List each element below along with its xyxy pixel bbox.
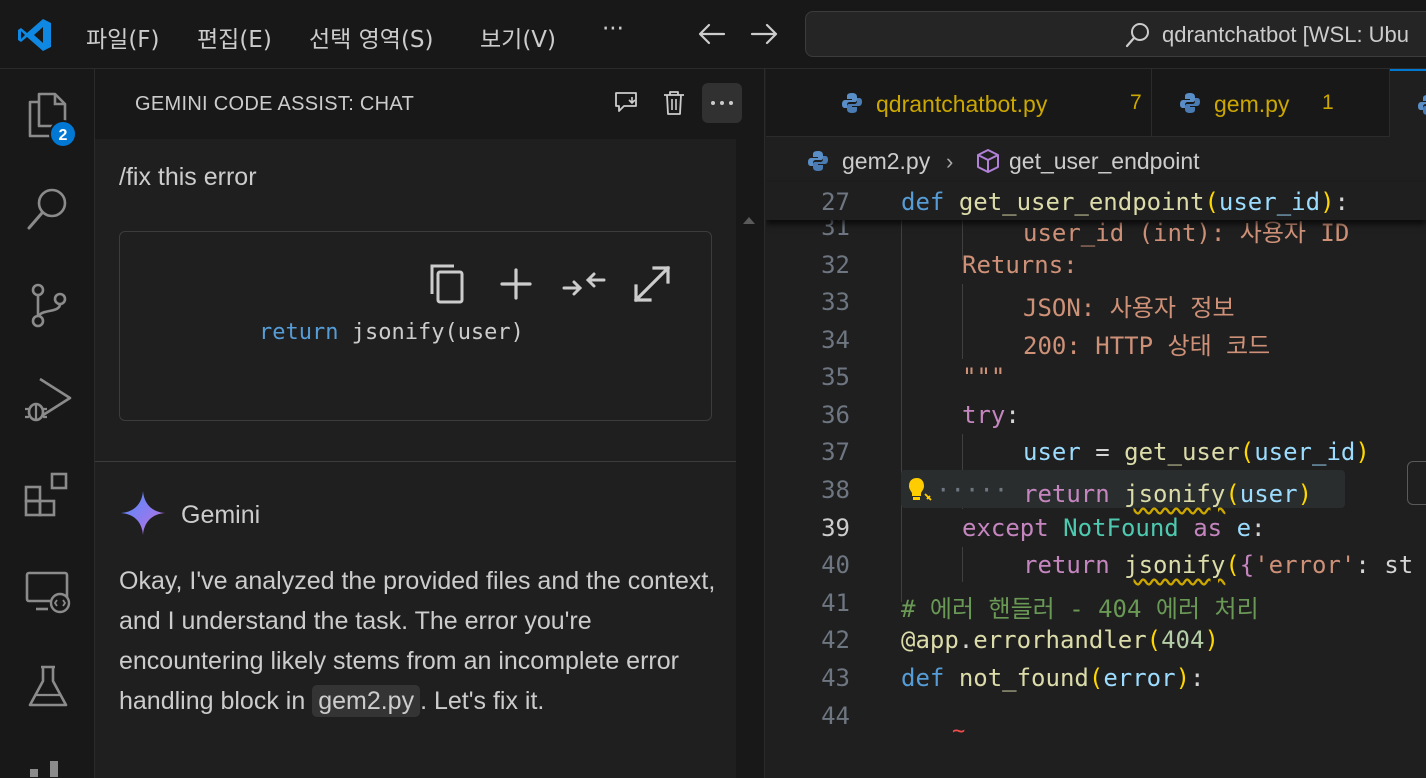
breadcrumb: gem2.py › get_user_endpoint <box>766 137 1426 187</box>
inline-widget[interactable] <box>1407 461 1426 505</box>
code-line-38: 38 ····· return jsonify(user) <box>821 476 1313 508</box>
remote-explorer-icon[interactable] <box>22 565 74 617</box>
menu-edit[interactable]: 편집(E) <box>197 20 272 54</box>
code-line-39: 39 except NotFound as e: <box>821 514 1266 542</box>
chat-history-button[interactable] <box>606 83 646 123</box>
vscode-logo-icon <box>18 19 51 51</box>
extensions-icon[interactable] <box>22 469 74 521</box>
tab-gem2-active[interactable] <box>1390 69 1426 137</box>
explorer-button[interactable]: 2 <box>0 69 95 164</box>
gemini-chat-panel: GEMINI CODE ASSIST: CHAT /fix this error <box>95 69 765 778</box>
chevron-right-icon: › <box>946 149 954 174</box>
sticky-scroll-line[interactable]: 27 def get_user_endpoint(user_id): <box>766 182 1426 220</box>
testing-icon[interactable] <box>22 661 74 713</box>
code-line-35: 35 """ <box>821 363 1006 391</box>
code-line-43: 43 def not_found(error): <box>821 664 1205 692</box>
code-line-34: 34 200: HTTP 상태 코드 <box>821 326 1271 360</box>
menu-file[interactable]: 파일(F) <box>86 20 160 54</box>
line-number: 27 <box>821 188 850 216</box>
more-actions-button[interactable] <box>702 83 742 123</box>
clear-chat-button[interactable] <box>654 83 694 123</box>
tab-problem-count: 7 <box>1130 91 1142 114</box>
search-view-icon[interactable] <box>22 183 74 235</box>
tab-label: gem.py <box>1214 91 1290 117</box>
back-arrow-icon[interactable] <box>694 16 730 52</box>
python-file-icon <box>1180 93 1200 113</box>
tab-qdrantchatbot[interactable]: qdrantchatbot.py 7 <box>814 69 1152 137</box>
error-squiggle: ~ <box>952 719 966 744</box>
tab-label: qdrantchatbot.py <box>876 91 1048 117</box>
user-message: /fix this error <box>119 163 257 191</box>
trash-icon <box>664 91 684 115</box>
ellipsis-icon <box>711 101 733 105</box>
chat-history: /fix this error return jsonify(user) Gem… <box>95 139 755 778</box>
assistant-response: Okay, I've analyzed the provided files a… <box>119 561 719 721</box>
snippet-rest: jsonify(user) <box>338 320 524 345</box>
python-file-icon <box>1418 95 1426 115</box>
menu-view[interactable]: 보기(V) <box>480 20 556 54</box>
tab-problem-count: 1 <box>1322 91 1334 114</box>
code-line-41: 41 # 에러 핸들러 - 404 에러 처리 <box>821 589 1259 623</box>
menu-selection[interactable]: 선택 영역(S) <box>309 20 434 54</box>
chat-history-icon <box>615 92 637 112</box>
message-divider <box>95 461 736 462</box>
editor-group: qdrantchatbot.py 7 gem.py 1 gem2.py › ge… <box>766 69 1426 778</box>
search-text: qdrantchatbot [WSL: Ubu <box>1162 22 1410 47</box>
breadcrumb-file[interactable]: gem2.py <box>842 148 930 175</box>
python-file-icon <box>808 151 828 171</box>
search-icon <box>1125 23 1149 48</box>
snippet-keyword: return <box>259 320 339 345</box>
code-line-44: 44 <box>821 702 850 730</box>
code-line-40: 40 return jsonify({'error': st <box>821 551 1414 579</box>
code-line-33: 33 JSON: 사용자 정보 <box>821 288 1235 322</box>
python-file-icon <box>842 93 862 113</box>
activity-bar: 2 <box>0 69 95 778</box>
gemini-sparkle-icon <box>121 491 165 535</box>
command-center-search[interactable]: qdrantchatbot [WSL: Ubu <box>805 11 1426 57</box>
explorer-badge: 2 <box>49 120 77 148</box>
lightbulb-icon[interactable] <box>904 475 932 503</box>
editor-tabs: qdrantchatbot.py 7 gem.py 1 <box>766 69 1426 137</box>
insert-plus-icon[interactable] <box>492 260 540 308</box>
response-text-end: . Let's fix it. <box>420 687 545 715</box>
response-inline-code: gem2.py <box>312 685 421 717</box>
expand-icon[interactable] <box>628 260 676 308</box>
code-line-37: 37 user = get_user(user_id) <box>821 438 1370 466</box>
scroll-up-arrow[interactable] <box>743 217 755 224</box>
panel-title: GEMINI CODE ASSIST: CHAT <box>135 93 415 115</box>
breadcrumb-symbol[interactable]: get_user_endpoint <box>1009 148 1200 175</box>
panel-header: GEMINI CODE ASSIST: CHAT <box>95 69 765 139</box>
run-debug-icon[interactable] <box>22 373 74 425</box>
source-control-icon[interactable] <box>22 279 74 331</box>
more-views-icon[interactable] <box>22 757 74 778</box>
code-snippet-line: return jsonify(user) <box>259 320 524 345</box>
menu-more[interactable]: ··· <box>602 16 624 42</box>
diff-merge-icon[interactable] <box>560 260 608 308</box>
forward-arrow-icon[interactable] <box>746 16 782 52</box>
code-snippet-card: return jsonify(user) <box>119 231 712 421</box>
code-line-42: 42 @app.errorhandler(404) <box>821 626 1219 654</box>
copy-icon[interactable] <box>424 260 472 308</box>
code-line-36: 36 try: <box>821 401 1020 429</box>
method-cube-icon <box>977 149 999 173</box>
title-bar: 파일(F) 편집(E) 선택 영역(S) 보기(V) ··· qdrantcha… <box>0 0 1426 69</box>
code-line-32: 32 Returns: <box>821 251 1078 279</box>
code-text: def get_user_endpoint(user_id): <box>901 188 1349 216</box>
assistant-name: Gemini <box>181 501 261 529</box>
tab-gem[interactable]: gem.py 1 <box>1152 69 1390 137</box>
